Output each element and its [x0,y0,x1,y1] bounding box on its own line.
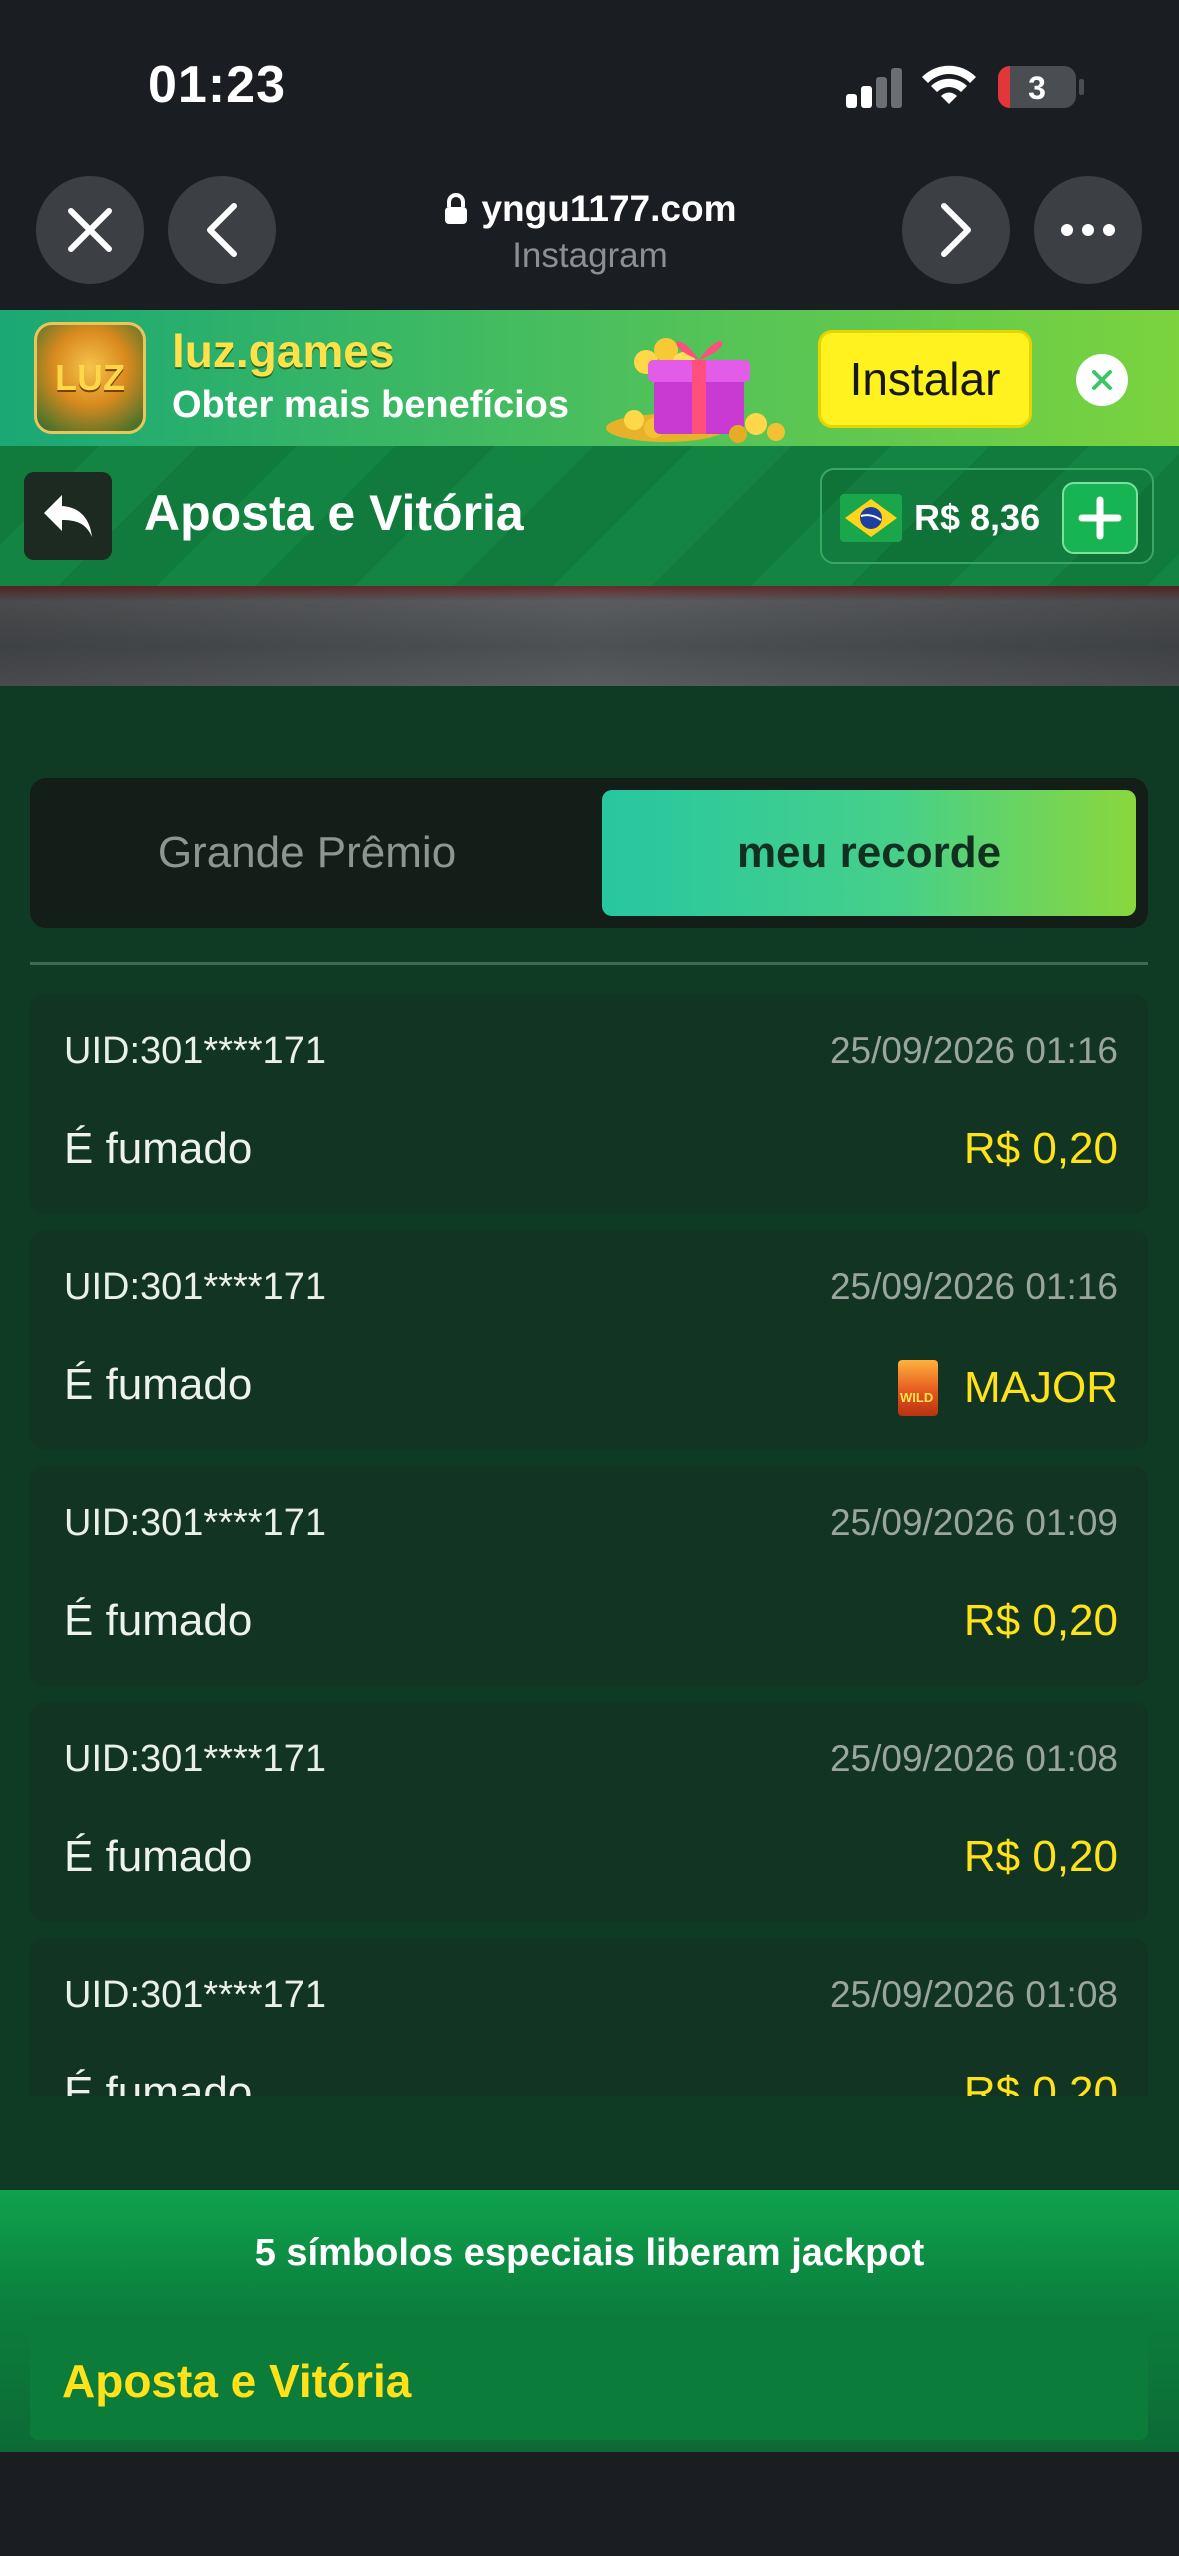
wifi-icon [922,65,976,104]
status-time: 01:23 [148,56,286,114]
bet-and-win-label: Aposta e Vitória [62,2355,412,2407]
record-time: 25/09/2026 01:08 [829,1974,1118,2015]
balance-amount: R$ 8,36 [914,497,1041,538]
close-icon [1092,370,1112,390]
ad-close-button[interactable] [1076,354,1128,406]
back-arrow-icon [44,495,92,537]
list-item: UID:301****171 25/09/2026 01:08 É fumado… [30,1938,1148,2096]
close-browser-button[interactable] [36,176,144,284]
record-amount: R$ 0,20 [963,2068,1118,2096]
back-button[interactable] [24,472,112,560]
brazil-flag-icon [840,494,902,542]
more-options-button[interactable] [1034,176,1142,284]
page-title: Aposta e Vitória [144,485,524,541]
record-uid: UID:301****171 [64,1502,326,1544]
status-bar: 01:23 3 [0,0,1179,170]
record-amount: R$ 0,20 [963,1596,1118,1645]
list-item: UID:301****171 25/09/2026 01:09 É fumado… [30,1466,1148,1686]
record-status: É fumado [64,1832,253,1881]
app-logo: LUZ [34,322,146,434]
deposit-button[interactable] [1062,482,1138,554]
record-status: É fumado [64,1360,253,1409]
records-panel: Grande Prêmio meu recorde UID:301****171… [0,686,1179,2190]
bottom-panel: 5 símbolos especiais liberam jackpot Apo… [0,2190,1179,2452]
blurred-banner [0,586,1179,686]
battery-cap [1079,79,1084,95]
record-amount: MAJOR [964,1363,1118,1412]
url-subtitle: Instagram [512,236,668,275]
record-time: 25/09/2026 01:09 [829,1502,1118,1543]
lock-icon [445,193,468,224]
record-amount: R$ 0,20 [963,1124,1118,1173]
list-item: UID:301****171 25/09/2026 01:16 É fumado… [30,994,1148,1214]
chevron-right-icon [941,203,971,257]
cellular-signal-icon [846,68,904,108]
records-list[interactable]: UID:301****171 25/09/2026 01:16 É fumado… [0,994,1179,2096]
balance-widget: R$ 8,36 [820,468,1154,564]
close-icon [68,208,112,252]
battery-level: 3 [1028,70,1046,106]
app-logo-text: LUZ [55,357,125,398]
wild-symbol-icon: WILD [898,1360,938,1416]
record-time: 25/09/2026 01:16 [829,1266,1118,1307]
address-bar[interactable]: yngu1177.com Instagram [380,188,800,276]
list-item: UID:301****171 25/09/2026 01:08 É fumado… [30,1702,1148,1922]
bet-and-win-button[interactable]: Aposta e Vitória [30,2316,1148,2440]
back-browser-button[interactable] [168,176,276,284]
ad-title: luz.games [172,325,395,377]
forward-browser-button[interactable] [902,176,1010,284]
record-status: É fumado [64,1124,253,1173]
record-uid: UID:301****171 [64,1266,326,1308]
record-time: 25/09/2026 01:16 [829,1030,1118,1071]
record-amount: R$ 0,20 [963,1832,1118,1881]
divider [30,962,1148,965]
url-text: yngu1177.com [481,188,737,229]
browser-toolbar: yngu1177.com Instagram [0,170,1179,310]
tab-switcher: Grande Prêmio meu recorde [30,778,1148,928]
record-time: 25/09/2026 01:08 [829,1738,1118,1779]
browser-bottom-bar [0,2452,1179,2556]
list-item: UID:301****171 25/09/2026 01:16 É fumado… [30,1230,1148,1450]
tab-grand-prize[interactable]: Grande Prêmio [42,790,572,916]
record-uid: UID:301****171 [64,1974,326,2016]
gift-icon [606,338,785,443]
record-status: É fumado [64,1596,253,1645]
record-uid: UID:301****171 [64,1738,326,1780]
record-status: É fumado [64,2068,253,2096]
chevron-left-icon [207,203,237,257]
install-button[interactable]: Instalar [818,330,1032,428]
tab-my-record[interactable]: meu recorde [602,790,1136,916]
ad-banner[interactable]: LUZ luz.games Obter mais benefícios Inst… [0,310,1179,446]
ad-subtitle: Obter mais benefícios [172,384,570,426]
plus-icon [1078,496,1122,540]
more-icon [1061,224,1115,236]
app-header: Aposta e Vitória R$ 8,36 [0,446,1179,586]
jackpot-note: 5 símbolos especiais liberam jackpot [254,2232,925,2274]
record-uid: UID:301****171 [64,1030,326,1072]
battery-icon: 3 [998,66,1076,108]
